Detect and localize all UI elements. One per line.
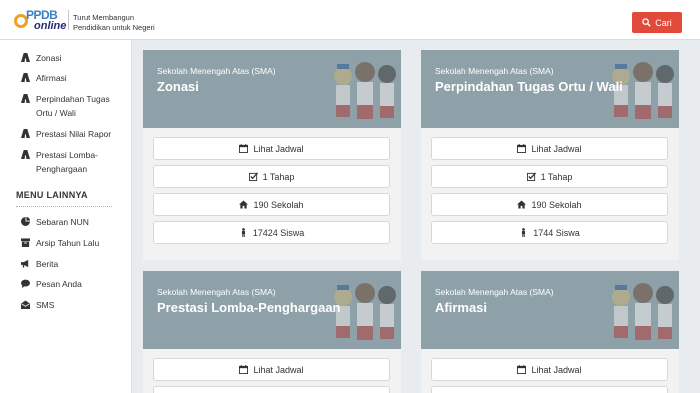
students-illustration (334, 62, 396, 119)
home-icon (239, 200, 249, 209)
sekolah-info[interactable]: 190 Sekolah (153, 193, 390, 216)
tahap-info[interactable] (431, 386, 668, 393)
card-perpindahan: Sekolah Menengah Atas (SMA) Perpindahan … (421, 50, 679, 260)
header-divider (68, 10, 69, 30)
sidebar-item-sebaran-nun[interactable]: Sebaran NUN (21, 215, 126, 229)
archive-icon (21, 238, 30, 247)
calendar-icon (517, 144, 527, 153)
calendar-icon (239, 144, 249, 153)
sidebar-item-label: Berita (36, 259, 59, 269)
sidebar-item-label: Prestasi Nilai Rapor (36, 129, 112, 139)
card-header: Sekolah Menengah Atas (SMA) Prestasi Lom… (143, 271, 401, 349)
sidebar-item-perpindahan[interactable]: Perpindahan Tugas Ortu / Wali (21, 92, 126, 120)
card-subtitle: Sekolah Menengah Atas (SMA) (157, 66, 276, 76)
siswa-label: 17424 Siswa (252, 227, 305, 238)
sidebar-item-berita[interactable]: Berita (21, 257, 126, 271)
card-body: Lihat Jadwal 1 Tahap 190 Sekolah 1744 Si… (421, 128, 679, 260)
logo-online-text: online (34, 20, 67, 32)
checkbox-icon (526, 172, 536, 181)
sidebar-item-pesan[interactable]: Pesan Anda (21, 277, 126, 291)
sidebar-item-label: Pesan Anda (36, 279, 82, 289)
card-body: Lihat Jadwal 1 Tahap 190 Sekolah 17424 S… (143, 128, 401, 260)
sidebar-item-label: SMS (36, 300, 55, 310)
road-icon (21, 94, 30, 103)
road-icon (21, 53, 30, 62)
card-header: Sekolah Menengah Atas (SMA) Perpindahan … (421, 50, 679, 128)
sidebar-item-arsip[interactable]: Arsip Tahun Lalu (21, 236, 126, 250)
pie-chart-icon (21, 217, 30, 226)
card-subtitle: Sekolah Menengah Atas (SMA) (435, 287, 554, 297)
ppdb-online-logo[interactable]: PPDB online (14, 8, 66, 34)
person-icon (241, 228, 245, 237)
card-body: Lihat Jadwal (143, 349, 401, 393)
road-icon (21, 129, 30, 138)
lihat-jadwal-label: Lihat Jadwal (531, 364, 582, 375)
road-icon (21, 150, 30, 159)
lihat-jadwal-button[interactable]: Lihat Jadwal (153, 358, 390, 381)
siswa-info[interactable]: 1744 Siswa (431, 221, 668, 244)
sidebar-item-label: Zonasi (36, 53, 62, 63)
lihat-jadwal-button[interactable]: Lihat Jadwal (153, 137, 390, 160)
siswa-info[interactable]: 17424 Siswa (153, 221, 390, 244)
card-header: Sekolah Menengah Atas (SMA) Afirmasi (421, 271, 679, 349)
sidebar-item-label: Perpindahan Tugas Ortu / Wali (36, 94, 110, 118)
tahap-label: 1 Tahap (540, 171, 573, 182)
card-body: Lihat Jadwal (421, 349, 679, 393)
sidebar-item-sms[interactable]: SMS (21, 298, 126, 312)
sidebar-item-label: Afirmasi (36, 73, 67, 83)
card-prestasi-lomba: Sekolah Menengah Atas (SMA) Prestasi Lom… (143, 271, 401, 393)
card-header: Sekolah Menengah Atas (SMA) Zonasi (143, 50, 401, 128)
card-subtitle: Sekolah Menengah Atas (SMA) (435, 66, 554, 76)
sekolah-label: 190 Sekolah (531, 199, 582, 210)
tahap-info[interactable]: 1 Tahap (153, 165, 390, 188)
search-button[interactable]: Cari (632, 12, 682, 33)
sidebar-item-label: Arsip Tahun Lalu (36, 238, 100, 248)
calendar-icon (239, 365, 249, 374)
search-icon (642, 18, 651, 27)
sidebar-item-afirmasi[interactable]: Afirmasi (21, 71, 126, 85)
students-illustration (612, 283, 674, 340)
checkbox-icon (248, 172, 258, 181)
tahap-label: 1 Tahap (262, 171, 295, 182)
sidebar-item-label: Sebaran NUN (36, 217, 89, 227)
sidebar-item-zonasi[interactable]: Zonasi (21, 51, 126, 65)
road-icon (21, 73, 30, 82)
chat-icon (21, 279, 30, 288)
sidebar-item-prestasi-rapor[interactable]: Prestasi Nilai Rapor (21, 127, 126, 141)
menu-lainnya-heading: MENU LAINNYA (16, 190, 88, 200)
person-icon (522, 228, 526, 237)
tagline-line-1: Turut Membangun (73, 13, 135, 22)
lihat-jadwal-label: Lihat Jadwal (531, 143, 582, 154)
card-afirmasi: Sekolah Menengah Atas (SMA) Afirmasi Lih… (421, 271, 679, 393)
tahap-info[interactable]: 1 Tahap (431, 165, 668, 188)
lihat-jadwal-label: Lihat Jadwal (253, 364, 304, 375)
envelope-icon (21, 300, 30, 309)
sidebar-item-prestasi-lomba[interactable]: Prestasi Lomba-Penghargaan (21, 148, 126, 176)
siswa-label: 1744 Siswa (533, 227, 580, 238)
card-title: Afirmasi (435, 300, 488, 315)
card-title: Zonasi (157, 79, 199, 94)
tagline-line-2: Pendidikan untuk Negeri (73, 23, 155, 32)
card-title: Prestasi Lomba-Penghargaan (157, 300, 341, 315)
card-subtitle: Sekolah Menengah Atas (SMA) (157, 287, 276, 297)
search-button-label: Cari (655, 17, 672, 28)
lihat-jadwal-button[interactable]: Lihat Jadwal (431, 358, 668, 381)
sidebar-divider (16, 206, 112, 207)
megaphone-icon (21, 259, 29, 268)
card-zonasi: Sekolah Menengah Atas (SMA) Zonasi Lihat… (143, 50, 401, 260)
top-header: PPDB online Turut Membangun Pendidikan u… (0, 0, 700, 40)
sidebar: Zonasi Afirmasi Perpindahan Tugas Ortu /… (0, 40, 132, 393)
home-icon (517, 200, 527, 209)
card-title: Perpindahan Tugas Ortu / Wali (435, 79, 623, 94)
calendar-icon (517, 365, 527, 374)
lihat-jadwal-button[interactable]: Lihat Jadwal (431, 137, 668, 160)
sekolah-label: 190 Sekolah (253, 199, 304, 210)
sidebar-item-label: Prestasi Lomba-Penghargaan (36, 150, 98, 174)
tahap-info[interactable] (153, 386, 390, 393)
tagline: Turut Membangun Pendidikan untuk Negeri (73, 13, 155, 33)
sekolah-info[interactable]: 190 Sekolah (431, 193, 668, 216)
lihat-jadwal-label: Lihat Jadwal (253, 143, 304, 154)
